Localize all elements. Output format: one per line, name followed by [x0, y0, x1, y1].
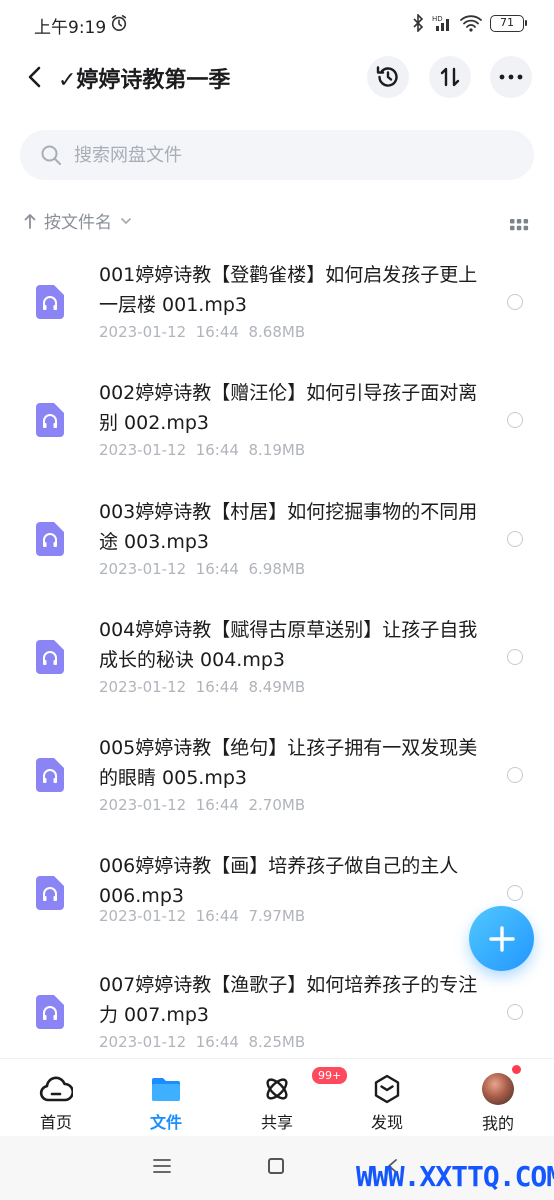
file-size: 6.98MB [248, 559, 306, 578]
select-radio[interactable] [507, 530, 523, 547]
file-name: 006婷婷诗教【画】培养孩子做自己的主人 006.mp3 [99, 855, 459, 908]
nav-discover[interactable]: 发现 [347, 1073, 427, 1133]
nav-me-label: 我的 [481, 1114, 514, 1133]
file-size: 8.49MB [248, 677, 306, 696]
file-size: 8.19MB [248, 441, 306, 460]
sort-toggle[interactable]: 按文件名 [24, 208, 132, 233]
file-date: 2023-01-12 16:44 [99, 441, 239, 460]
file-name: 004婷婷诗教【赋得古原草送别】让孩子自我成长的秘诀 004.mp3 [99, 618, 478, 671]
wifi-icon [460, 15, 482, 32]
sort-label: 按文件名 [44, 213, 112, 233]
select-radio[interactable] [507, 294, 523, 310]
file-item[interactable]: 004婷婷诗教【赋得古原草送别】让孩子自我成长的秘诀 004.mp3 2023-… [0, 603, 554, 721]
search-bar[interactable] [20, 130, 534, 180]
history-button[interactable] [367, 56, 409, 98]
file-date: 2023-01-12 16:44 [99, 323, 239, 341]
header: ✓婷婷诗教第一季 [0, 48, 554, 106]
nav-home-label: 首页 [39, 1113, 72, 1132]
file-date: 2023-01-12 16:44 [99, 907, 239, 926]
sort-bar: 按文件名 [24, 208, 530, 240]
file-size: 7.97MB [248, 907, 306, 926]
search-input[interactable] [74, 144, 494, 166]
transfer-button[interactable] [429, 56, 471, 98]
file-item[interactable]: 003婷婷诗教【村居】如何挖掘事物的不同用途 003.mp3 2023-01-1… [0, 485, 554, 603]
signal-icon: HD [432, 15, 449, 31]
chevron-down-icon [121, 217, 131, 224]
select-radio[interactable] [507, 767, 523, 784]
file-item[interactable]: 002婷婷诗教【赠汪伦】如何引导孩子面对离别 002.mp3 2023-01-1… [0, 366, 554, 484]
nav-home[interactable]: 首页 [16, 1073, 96, 1133]
select-radio[interactable] [507, 1003, 523, 1020]
search-icon [41, 145, 61, 165]
status-time: 上午9:19 [34, 18, 107, 38]
transfer-icon [440, 67, 460, 87]
battery-indicator: 71 [490, 14, 527, 32]
bottom-nav: 首页 文件 99+ 共享 发现 我的 [0, 1058, 554, 1136]
select-radio[interactable] [507, 885, 523, 902]
select-radio[interactable] [507, 412, 523, 429]
audio-file-icon [36, 639, 64, 674]
cloud-icon [39, 1076, 73, 1101]
folder-icon [152, 1077, 180, 1101]
notification-dot [512, 1065, 521, 1074]
discover-icon [374, 1074, 400, 1103]
file-meta: 2023-01-12 16:44 7.97MB [99, 907, 305, 925]
file-name: 005婷婷诗教【绝句】让孩子拥有一双发现美的眼睛 005.mp3 [99, 737, 478, 790]
select-radio[interactable] [507, 648, 523, 665]
alarm-icon [111, 14, 127, 32]
file-meta: 2023-01-12 16:44 8.19MB [99, 441, 305, 459]
audio-file-icon [36, 285, 64, 319]
file-name: 003婷婷诗教【村居】如何挖掘事物的不同用途 003.mp3 [99, 500, 478, 553]
audio-file-icon [36, 994, 64, 1029]
page-title: ✓婷婷诗教第一季 [58, 68, 231, 93]
file-meta: 2023-01-12 16:44 2.70MB [99, 796, 305, 814]
add-button[interactable] [469, 906, 534, 971]
arrow-up-icon [24, 213, 36, 229]
audio-file-icon [36, 403, 64, 438]
file-size: 8.25MB [248, 1032, 306, 1051]
menu-icon[interactable] [152, 1158, 172, 1174]
back-button[interactable] [20, 62, 48, 92]
history-icon [376, 66, 398, 87]
file-date: 2023-01-12 16:44 [99, 1032, 239, 1051]
file-item[interactable]: 005婷婷诗教【绝句】让孩子拥有一双发现美的眼睛 005.mp3 2023-01… [0, 721, 554, 839]
audio-file-icon [36, 758, 64, 793]
system-home-button[interactable] [268, 1158, 284, 1174]
file-date: 2023-01-12 16:44 [99, 677, 239, 696]
file-meta: 2023-01-12 16:44 8.49MB [99, 678, 305, 696]
file-size: 8.68MB [248, 323, 306, 341]
file-name: 007婷婷诗教【渔歌子】如何培养孩子的专注力 007.mp3 [99, 973, 478, 1026]
grid-view-icon[interactable] [508, 214, 530, 236]
nav-me[interactable]: 我的 [458, 1065, 538, 1133]
plus-icon [488, 925, 515, 952]
status-icons: HD 71 [412, 14, 527, 32]
file-date: 2023-01-12 16:44 [99, 796, 239, 815]
file-date: 2023-01-12 16:44 [99, 559, 239, 578]
nav-share-label: 共享 [260, 1113, 293, 1132]
nav-share[interactable]: 99+ 共享 [237, 1065, 350, 1133]
file-meta: 2023-01-12 16:44 6.98MB [99, 560, 305, 578]
audio-file-icon [36, 521, 64, 556]
avatar [482, 1073, 514, 1105]
chevron-left-icon [28, 66, 41, 88]
more-button[interactable] [490, 56, 532, 98]
nav-discover-label: 发现 [370, 1113, 403, 1132]
audio-file-icon [36, 876, 64, 911]
status-bar: 上午9:19 HD 71 [0, 0, 554, 48]
nav-files-label: 文件 [149, 1113, 182, 1132]
file-name: 002婷婷诗教【赠汪伦】如何引导孩子面对离别 002.mp3 [99, 382, 478, 435]
file-size: 2.70MB [248, 796, 306, 815]
nav-files[interactable]: 文件 [126, 1073, 206, 1133]
more-icon [499, 74, 523, 80]
share-icon [266, 1077, 288, 1100]
watermark: WWW.XXTTQ.COM [356, 1160, 554, 1193]
share-badge: 99+ [310, 1065, 350, 1086]
svg-text:HD: HD [432, 15, 443, 23]
bluetooth-icon [413, 14, 424, 32]
file-name: 001婷婷诗教【登鹳雀楼】如何启发孩子更上一层楼 001.mp3 [99, 264, 478, 316]
file-meta: 2023-01-12 16:44 8.68MB [99, 323, 305, 341]
file-meta: 2023-01-12 16:44 8.25MB [99, 1033, 305, 1051]
file-item[interactable]: 001婷婷诗教【登鹳雀楼】如何启发孩子更上一层楼 001.mp3 2023-01… [0, 248, 554, 366]
